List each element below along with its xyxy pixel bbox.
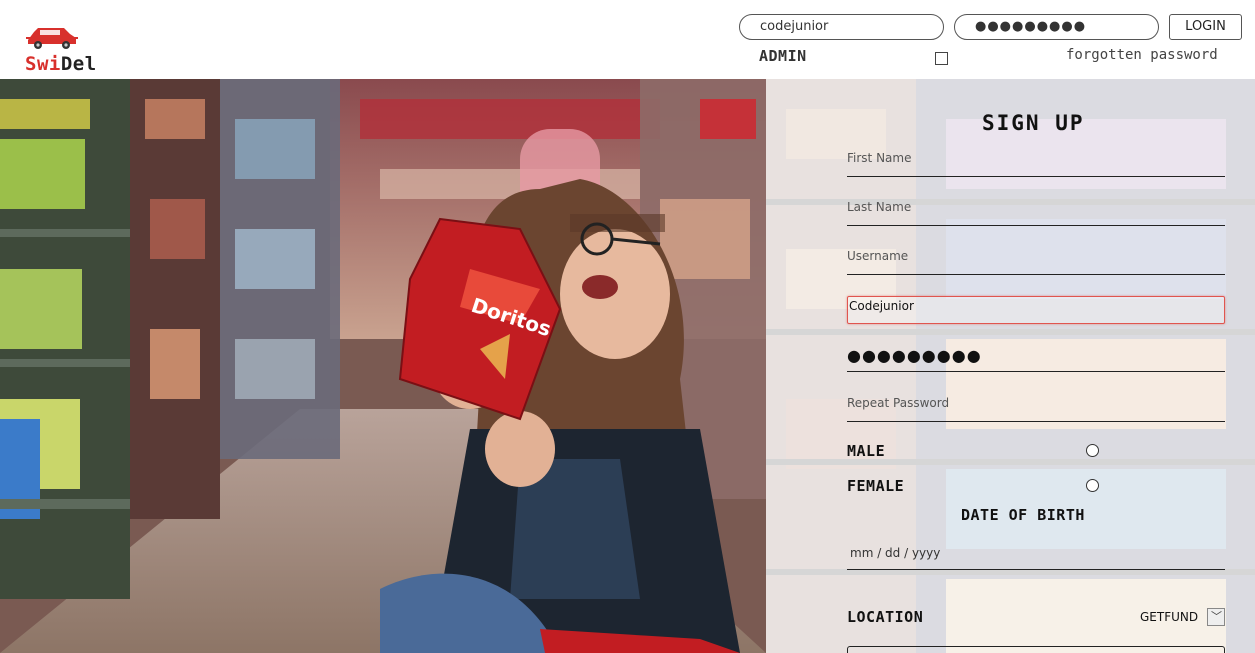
date-placeholder: mm / dd / yyyy (850, 546, 941, 560)
last-name-placeholder: Last Name (847, 200, 912, 214)
date-of-birth-label: DATE OF BIRTH (961, 506, 1085, 524)
first-name-placeholder: First Name (847, 151, 912, 165)
focused-input-value: Codejunior (849, 299, 914, 313)
next-input-field[interactable] (847, 646, 1225, 653)
supermarket-photo-illustration: Doritos (0, 79, 766, 653)
hero-photo: Doritos (0, 79, 766, 653)
brand-name-part2: Del (60, 53, 97, 75)
login-password-input[interactable]: ●●●●●●●●● (954, 14, 1159, 40)
login-button[interactable]: LOGIN (1169, 14, 1242, 40)
location-select-toggle[interactable]: ﹀ (1207, 608, 1225, 626)
repeat-password-input[interactable]: Repeat Password (847, 396, 1225, 422)
male-label: MALE (847, 442, 886, 460)
username-input[interactable]: Username (847, 249, 1225, 275)
signup-panel: SIGN UP First Name Last Name Username Co… (766, 79, 1255, 653)
female-radio[interactable] (1086, 479, 1099, 492)
female-label: FEMALE (847, 477, 905, 495)
date-of-birth-input[interactable]: mm / dd / yyyy (847, 544, 1225, 570)
password-value: ●●●●●●●●● (847, 346, 982, 365)
password-input[interactable]: ●●●●●●●●● (847, 346, 1225, 372)
first-name-input[interactable]: First Name (847, 151, 1225, 177)
forgotten-password-link[interactable]: forgotten password (1066, 47, 1218, 63)
location-label: LOCATION (847, 608, 924, 626)
admin-label: ADMIN (759, 47, 807, 65)
chevron-down-icon: ﹀ (1211, 611, 1222, 623)
location-select-value[interactable]: GETFUND (1140, 610, 1198, 624)
repeat-password-placeholder: Repeat Password (847, 396, 950, 410)
signup-title: SIGN UP (982, 111, 1085, 135)
focused-text-input[interactable]: Codejunior (847, 296, 1225, 324)
login-username-input[interactable]: codejunior (739, 14, 944, 40)
male-radio[interactable] (1086, 444, 1099, 457)
admin-checkbox[interactable] (935, 52, 948, 65)
delivery-car-icon (26, 28, 78, 49)
last-name-input[interactable]: Last Name (847, 200, 1225, 226)
top-header: SwiDel codejunior ●●●●●●●●● LOGIN ADMIN … (0, 0, 1255, 79)
brand-name: SwiDel (25, 53, 97, 75)
username-placeholder: Username (847, 249, 909, 263)
brand-logo[interactable]: SwiDel (24, 26, 114, 76)
brand-name-part1: Swi (25, 53, 61, 75)
